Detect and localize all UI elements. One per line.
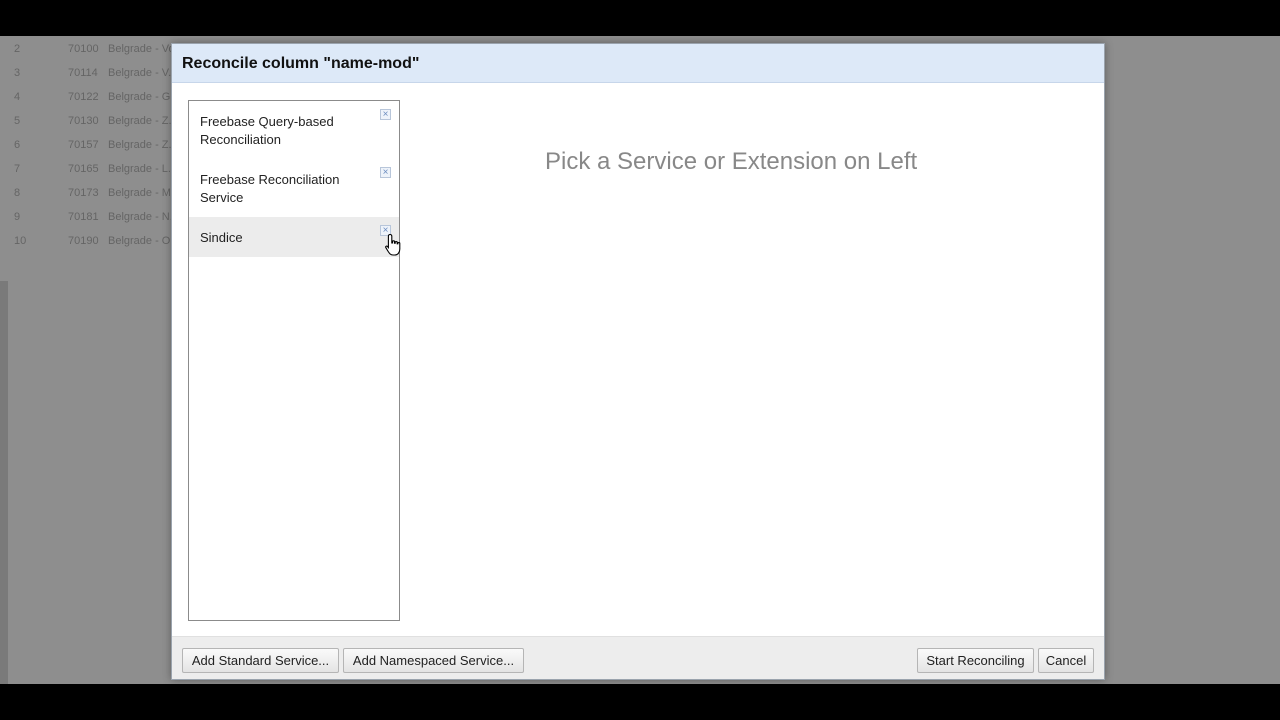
service-placeholder-text: Pick a Service or Extension on Left <box>545 148 918 175</box>
row-name: Belgrade - M... <box>108 187 181 199</box>
row-id: 70100 <box>68 43 99 55</box>
start-reconciling-button[interactable]: Start Reconciling <box>917 648 1034 673</box>
row-id: 70181 <box>68 211 99 223</box>
row-name: Belgrade - N... <box>108 211 179 223</box>
dialog-header: Reconcile column "name-mod" <box>172 44 1104 83</box>
row-name: Belgrade - V... <box>108 67 178 79</box>
row-name: Belgrade - G... <box>108 91 180 103</box>
row-name: Belgrade - L... <box>108 163 178 175</box>
row-number: 10 <box>14 235 27 247</box>
dialog-title: Reconcile column "name-mod" <box>182 55 420 72</box>
row-name: Belgrade - O... <box>108 235 180 247</box>
row-id: 70114 <box>68 67 98 79</box>
service-item-freebase-reconciliation[interactable]: Freebase Reconciliation Service × <box>189 159 399 217</box>
row-id: 70130 <box>68 115 99 127</box>
close-icon[interactable]: × <box>380 109 391 120</box>
row-number: 4 <box>14 91 21 103</box>
dialog-footer: Add Standard Service... Add Namespaced S… <box>172 636 1104 679</box>
row-number: 5 <box>14 115 21 127</box>
row-number: 6 <box>14 139 21 151</box>
background-scrollbar <box>0 281 8 684</box>
row-number: 2 <box>14 43 21 55</box>
row-number: 9 <box>14 211 21 223</box>
row-id: 70165 <box>68 163 99 175</box>
service-label: Freebase Reconciliation Service <box>200 172 340 205</box>
close-icon[interactable]: × <box>380 167 391 178</box>
row-id: 70157 <box>68 139 99 151</box>
reconcile-dialog: Reconcile column "name-mod" Freebase Que… <box>171 43 1105 680</box>
add-standard-service-button[interactable]: Add Standard Service... <box>182 648 339 673</box>
service-list: Freebase Query-based Reconciliation × Fr… <box>188 100 400 621</box>
row-id: 70122 <box>68 91 99 103</box>
service-item-sindice[interactable]: Sindice × <box>189 217 399 257</box>
row-number: 8 <box>14 187 21 199</box>
row-id: 70190 <box>68 235 99 247</box>
hand-cursor-icon <box>385 233 401 256</box>
service-label: Freebase Query-based Reconciliation <box>200 114 334 147</box>
row-number: 3 <box>14 67 21 79</box>
row-number: 7 <box>14 163 21 175</box>
row-id: 70173 <box>68 187 99 199</box>
cancel-button[interactable]: Cancel <box>1038 648 1094 673</box>
row-name: Belgrade - Z... <box>108 139 178 151</box>
add-namespaced-service-button[interactable]: Add Namespaced Service... <box>343 648 524 673</box>
row-name: Belgrade - Z... <box>108 115 178 127</box>
service-item-freebase-query[interactable]: Freebase Query-based Reconciliation × <box>189 101 399 159</box>
service-label: Sindice <box>200 230 243 245</box>
